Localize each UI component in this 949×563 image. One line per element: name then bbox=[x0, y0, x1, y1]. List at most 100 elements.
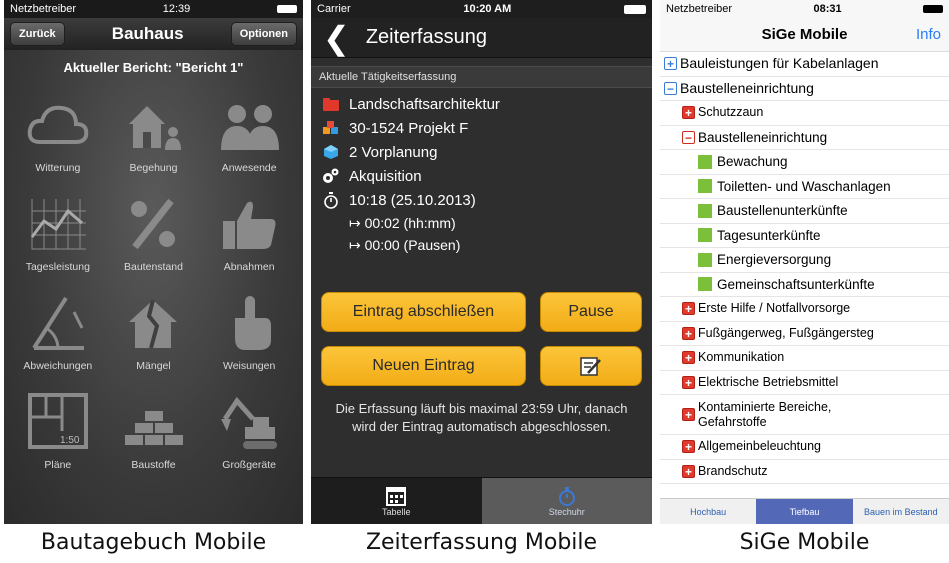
tab-table-label: Tabelle bbox=[381, 507, 411, 517]
tile-label: Tagesleistung bbox=[25, 261, 90, 273]
tile-protractor[interactable]: Abweichungen bbox=[10, 279, 106, 378]
battery-icon bbox=[276, 5, 297, 13]
tree-row[interactable]: + Fußgängerweg, Fußgängersteg bbox=[660, 322, 949, 346]
tile-bricks[interactable]: Baustoffe bbox=[106, 378, 202, 477]
tree-item-label: Baustelleneinrichtung bbox=[680, 79, 814, 96]
page-title: Zeiterfassung bbox=[365, 26, 487, 48]
expand-icon[interactable]: + bbox=[682, 106, 695, 120]
tile-thumbs-up[interactable]: Abnahmen bbox=[201, 180, 297, 279]
zeiterfassung-screen: Carrier 10:20 AM ❮ Zeiterfassung Aktuell… bbox=[311, 0, 652, 524]
tab-tiefbau[interactable]: Tiefbau bbox=[756, 499, 853, 524]
tile-pointing-hand[interactable]: Weisungen bbox=[201, 279, 297, 378]
pause-duration-label: ↦ 00:00 (Pausen) bbox=[349, 236, 461, 253]
expand-icon[interactable]: + bbox=[682, 302, 695, 316]
thumbs-up-icon bbox=[223, 201, 276, 249]
section-header: Aktuelle Tätigkeitserfassung bbox=[311, 66, 652, 88]
tree-row[interactable]: + Elektrische Betriebsmittel bbox=[660, 371, 949, 395]
expand-icon[interactable]: + bbox=[664, 57, 677, 71]
tile-broken-house[interactable]: Mängel bbox=[106, 279, 202, 378]
tree-item-label: Baustellenunterkünfte bbox=[717, 203, 848, 219]
pause-button[interactable]: Pause bbox=[540, 292, 642, 332]
tree-row[interactable]: + Schutzzaun bbox=[660, 101, 949, 126]
options-button[interactable]: Optionen bbox=[230, 22, 297, 46]
tab-stopwatch-label: Stechuhr bbox=[548, 507, 585, 517]
tree-item-label: Brandschutz bbox=[698, 463, 768, 478]
leaf-marker-icon bbox=[698, 179, 712, 194]
house-person-icon bbox=[129, 106, 182, 150]
info-button[interactable]: Info bbox=[916, 26, 941, 43]
tree-item-label: Erste Hilfe / Notfallvorsorge bbox=[698, 301, 851, 316]
tree-item-label: Bauleistungen für Kabelanlagen bbox=[680, 55, 879, 72]
tile-percent[interactable]: Bautenstand bbox=[106, 180, 202, 279]
back-chevron-icon[interactable]: ❮ bbox=[323, 22, 350, 54]
plan-scale-label: 1:50 bbox=[60, 435, 80, 446]
tree-row[interactable]: Gemeinschaftsunterkünfte bbox=[660, 272, 949, 297]
tree-row[interactable]: + Brandschutz bbox=[660, 460, 949, 484]
expand-icon[interactable]: + bbox=[682, 326, 695, 340]
leaf-marker-icon bbox=[698, 277, 712, 292]
tile-people[interactable]: Anwesende bbox=[201, 81, 297, 180]
sige-screen: Netzbetreiber 08:31 SiGe Mobile Info + Ba… bbox=[660, 0, 949, 524]
start-time-row: 10:18 (25.10.2013) bbox=[311, 188, 652, 212]
tree-list: + Bauleistungen für Kabelanlagen − Baustell… bbox=[660, 52, 949, 484]
tile-floorplan[interactable]: 1:50 Pläne bbox=[10, 378, 106, 477]
tree-item-label: Allgemeinbeleuchtung bbox=[698, 439, 822, 454]
tree-item-label: Kontaminierte Bereiche, Gefahrstoffe bbox=[698, 399, 832, 429]
clock: 08:31 bbox=[813, 3, 842, 15]
tree-row[interactable]: Baustellenunterkünfte bbox=[660, 199, 949, 224]
tab-hochbau[interactable]: Hochbau bbox=[660, 499, 756, 524]
caption-sige: SiGe Mobile bbox=[739, 530, 870, 555]
new-entry-button[interactable]: Neuen Eintrag bbox=[321, 346, 526, 386]
percent-icon bbox=[131, 198, 176, 250]
tree-row[interactable]: Bewachung bbox=[660, 150, 949, 175]
back-button[interactable]: Zurück bbox=[10, 22, 65, 46]
tab-table[interactable]: Tabelle bbox=[311, 478, 482, 524]
tree-row[interactable]: + Bauleistungen für Kabelanlagen bbox=[660, 52, 949, 77]
chart-icon bbox=[30, 199, 86, 250]
page-title: Bauhaus bbox=[111, 24, 184, 43]
cube-icon bbox=[321, 144, 341, 160]
tree-row[interactable]: − Baustelleneinrichtung bbox=[660, 126, 949, 150]
tile-house-person[interactable]: Begehung bbox=[106, 81, 202, 180]
expand-icon[interactable]: + bbox=[682, 408, 695, 421]
tile-label: Baustoffe bbox=[131, 459, 176, 471]
tab-bar: Tabelle Stechuhr bbox=[311, 477, 652, 524]
info-note: Die Erfassung läuft bis maximal 23:59 Uh… bbox=[335, 401, 628, 434]
activity-row: Akquisition bbox=[311, 164, 652, 188]
tree-row[interactable]: + Allgemeinbeleuchtung bbox=[660, 435, 949, 460]
cubes-icon bbox=[321, 120, 341, 136]
broken-house-icon bbox=[129, 299, 178, 349]
edit-note-icon bbox=[580, 357, 601, 376]
activity-details: Landschaftsarchitektur 30-1524 Projekt F… bbox=[311, 92, 652, 256]
tree-row[interactable]: + Erste Hilfe / Notfallvorsorge bbox=[660, 297, 949, 322]
tree-row[interactable]: Tagesunterkünfte bbox=[660, 223, 949, 248]
phase-row: 2 Vorplanung bbox=[311, 140, 652, 164]
stopwatch-icon bbox=[321, 191, 341, 209]
expand-icon[interactable]: + bbox=[682, 351, 695, 365]
tab-stopwatch[interactable]: Stechuhr bbox=[481, 478, 652, 524]
finish-entry-button[interactable]: Eintrag abschließen bbox=[321, 292, 526, 332]
nav-bar: Zurück Bauhaus Optionen bbox=[4, 18, 303, 50]
tree-row[interactable]: + Kommunikation bbox=[660, 346, 949, 371]
tile-chart[interactable]: Tagesleistung bbox=[10, 180, 106, 279]
tab-bauen-im-bestand[interactable]: Bauen im Bestand bbox=[853, 499, 949, 524]
expand-icon[interactable]: + bbox=[682, 440, 695, 454]
tree-item-label: Energieversorgung bbox=[717, 252, 832, 268]
expand-icon[interactable]: + bbox=[682, 375, 695, 389]
action-area: Eintrag abschließen Pause Neuen Eintrag bbox=[311, 292, 652, 386]
start-time-label: 10:18 (25.10.2013) bbox=[349, 191, 476, 209]
edit-note-button[interactable] bbox=[540, 346, 642, 386]
tree-row[interactable]: − Baustelleneinrichtung bbox=[660, 77, 949, 101]
bricks-icon bbox=[125, 411, 184, 445]
leaf-marker-icon bbox=[698, 154, 712, 169]
tile-cloud[interactable]: Witterung bbox=[10, 81, 106, 180]
tile-excavator[interactable]: Großgeräte bbox=[201, 378, 297, 477]
tree-row[interactable]: Energieversorgung bbox=[660, 248, 949, 273]
tree-row[interactable]: + Kontaminierte Bereiche, Gefahrstoffe bbox=[660, 395, 949, 435]
expand-icon[interactable]: + bbox=[682, 464, 695, 478]
battery-icon bbox=[623, 4, 646, 14]
collapse-icon[interactable]: − bbox=[682, 130, 695, 144]
leaf-marker-icon bbox=[698, 252, 712, 267]
tree-row[interactable]: Toiletten- und Waschanlagen bbox=[660, 174, 949, 199]
collapse-icon[interactable]: − bbox=[664, 81, 677, 95]
